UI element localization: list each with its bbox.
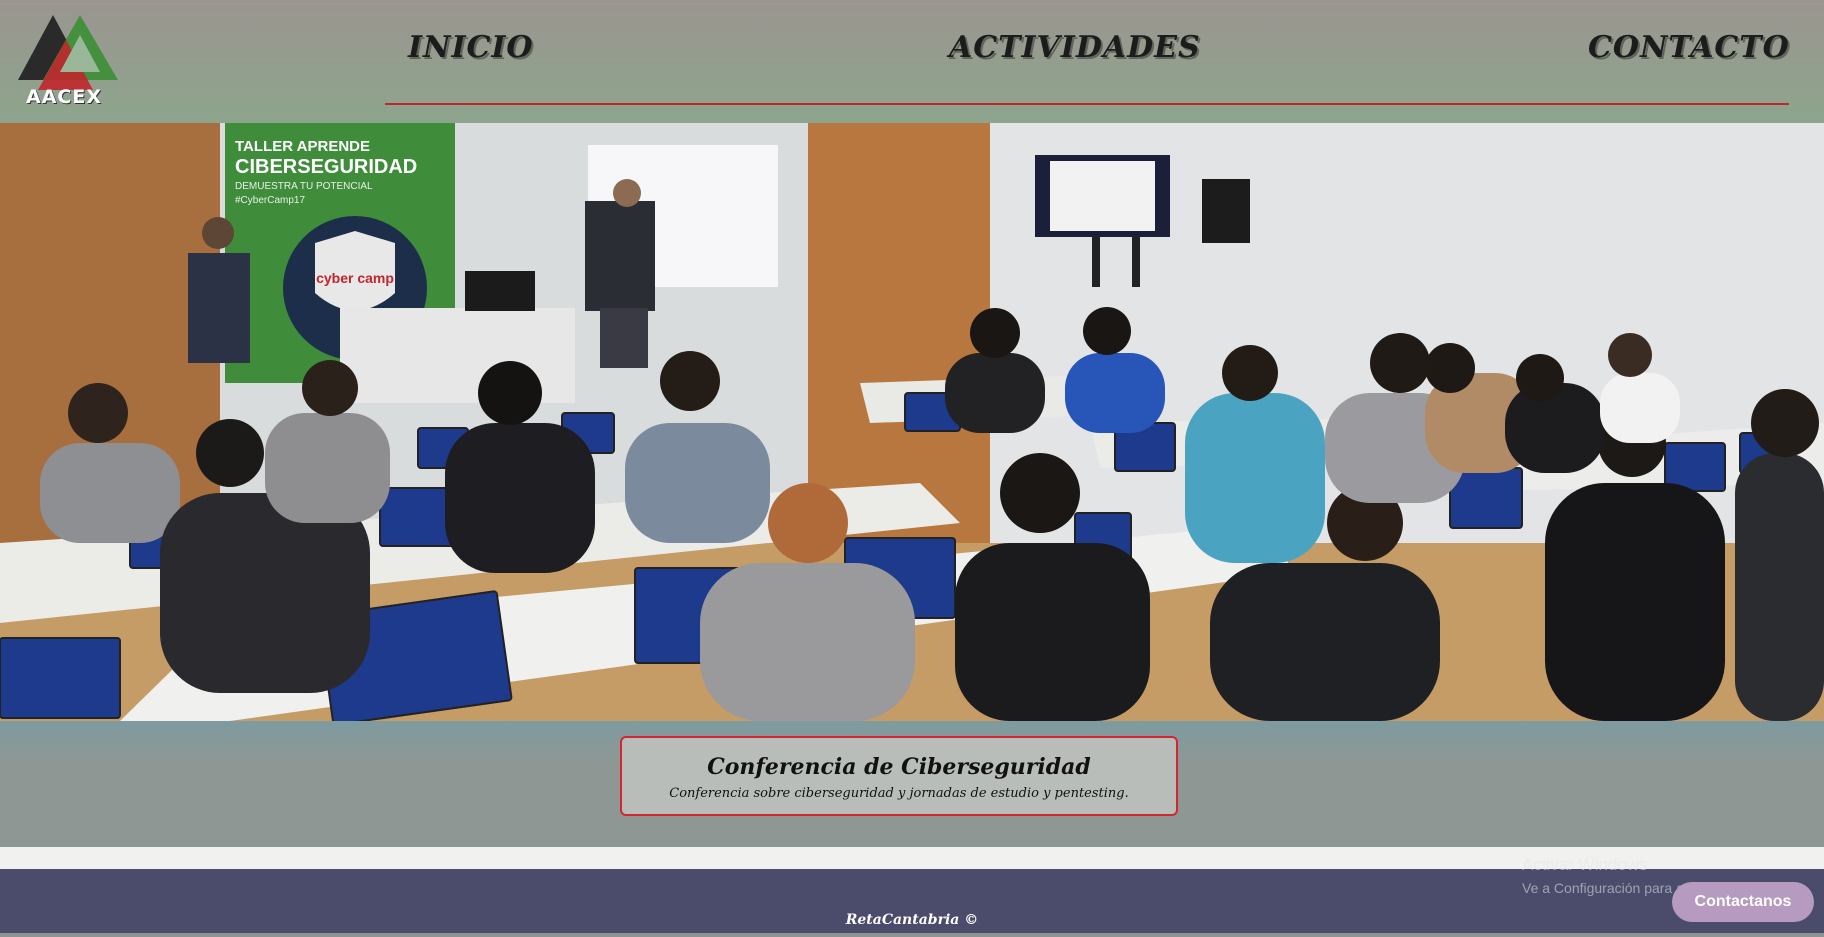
windows-activation-title: Activar Windows bbox=[1522, 855, 1648, 874]
nav-inicio[interactable]: INICIO bbox=[408, 30, 534, 65]
banner-line-1: TALLER APRENDE bbox=[235, 138, 370, 155]
contact-button[interactable]: Contactanos bbox=[1672, 882, 1814, 922]
footer-text: RetaCantabria © bbox=[845, 912, 979, 928]
site-header: AACEX INICIO ACTIVIDADES CONTACTO bbox=[0, 0, 1824, 123]
nav-contacto[interactable]: CONTACTO bbox=[1588, 30, 1790, 65]
banner-line-3: DEMUESTRA TU POTENCIAL bbox=[235, 181, 373, 192]
classroom-photo: TALLER APRENDE CIBERSEGURIDAD DEMUESTRA … bbox=[0, 123, 1824, 721]
nav-underline bbox=[385, 103, 1789, 105]
banner-line-2: CIBERSEGURIDAD bbox=[235, 156, 417, 178]
nav-actividades[interactable]: ACTIVIDADES bbox=[949, 30, 1201, 65]
badge-text: cyber camp bbox=[316, 270, 394, 286]
caption-title: Conferencia de Ciberseguridad bbox=[707, 754, 1091, 780]
logo-text: AACEX bbox=[26, 86, 102, 108]
caption-subtitle: Conferencia sobre ciberseguridad y jorna… bbox=[669, 786, 1129, 801]
banner-tag: #CyberCamp17 bbox=[235, 195, 305, 206]
caption-box: Conferencia de Ciberseguridad Conferenci… bbox=[620, 736, 1178, 816]
hero-image: TALLER APRENDE CIBERSEGURIDAD DEMUESTRA … bbox=[0, 123, 1824, 721]
presenter bbox=[585, 201, 655, 311]
